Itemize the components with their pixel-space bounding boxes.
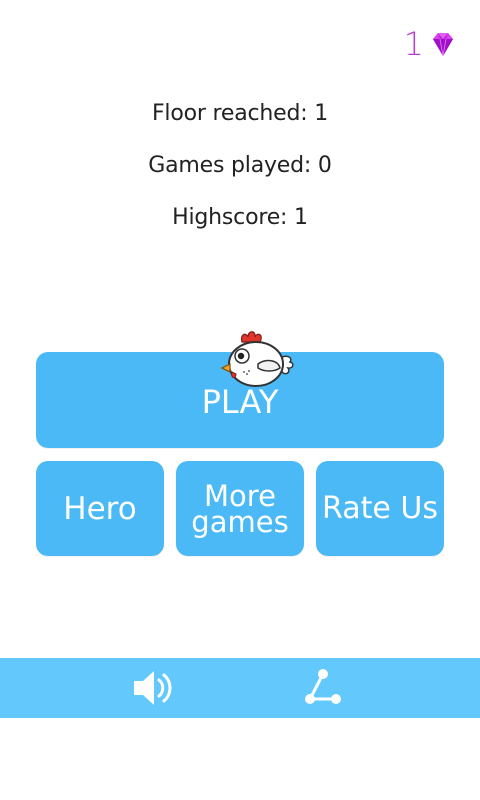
share-icon[interactable] [302,667,344,709]
rate-us-button-label: Rate Us [322,491,438,526]
bottom-bar [0,658,480,718]
speaker-icon[interactable] [132,668,174,708]
highscore-text: Highscore: 1 [172,205,308,230]
games-played-text: Games played: 0 [148,153,332,178]
chicken-hero-icon [220,331,294,387]
more-games-button-label: More games [191,478,289,539]
floor-reached-text: Floor reached: 1 [151,101,329,126]
gem-icon [433,33,453,57]
gem-count: 1 [403,25,424,63]
more-games-button[interactable]: More games [176,461,304,556]
hero-button-label: Hero [63,490,137,527]
rate-us-button[interactable]: Rate Us [316,461,444,556]
hero-button[interactable]: Hero [36,461,164,556]
gem-counter: 1 [404,26,458,62]
